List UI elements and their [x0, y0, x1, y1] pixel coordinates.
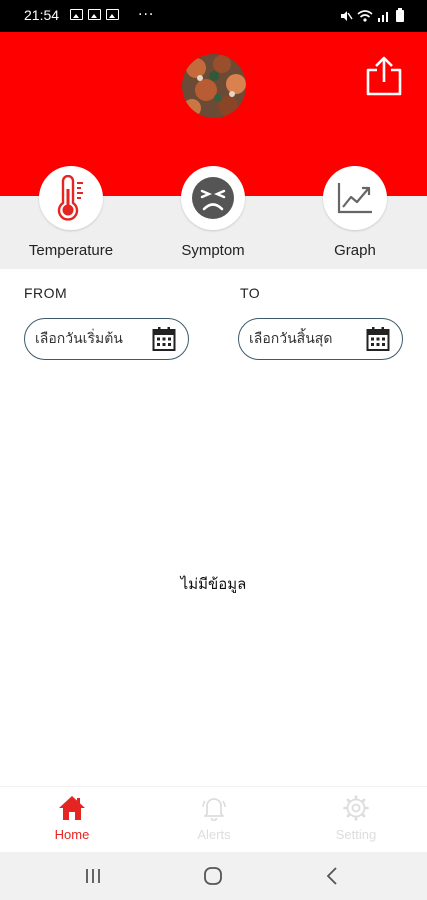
menu-item-symptom[interactable]: Symptom	[148, 166, 278, 259]
thermometer-icon	[57, 175, 83, 221]
bottom-nav: Home Alerts Setting	[0, 786, 427, 852]
menu-circle	[181, 166, 245, 230]
status-time: 21:54	[24, 7, 60, 23]
recent-apps-icon[interactable]	[84, 867, 102, 885]
mute-icon	[341, 10, 353, 21]
avatar[interactable]	[182, 54, 246, 118]
system-status-icons	[339, 8, 405, 23]
back-icon[interactable]	[325, 866, 339, 886]
wifi-icon	[357, 9, 373, 22]
share-button[interactable]	[364, 54, 404, 98]
calendar-icon	[366, 327, 390, 351]
status-bar: 21:54 ···	[0, 0, 427, 32]
line-chart-icon	[337, 183, 372, 214]
empty-state-message: ไม่มีข้อมูล	[180, 575, 247, 593]
nav-item-setting[interactable]: Setting	[311, 795, 401, 842]
share-icon	[366, 56, 402, 96]
start-date-field[interactable]: เลือกวันเริ่มต้น	[24, 318, 189, 360]
menu-label: Temperature	[28, 242, 114, 259]
end-date-field[interactable]: เลือกวันสิ้นสุด	[238, 318, 403, 360]
nav-item-alerts[interactable]: Alerts	[169, 795, 259, 842]
gallery-notification-icon	[88, 9, 101, 20]
gear-icon	[343, 795, 369, 821]
gallery-notification-icon	[70, 9, 83, 20]
to-label: TO	[240, 285, 261, 301]
nav-label: Alerts	[197, 827, 231, 842]
nav-item-home[interactable]: Home	[27, 795, 117, 842]
system-nav-bar	[0, 852, 427, 900]
home-icon	[59, 796, 85, 820]
more-notifications-indicator: ···	[138, 6, 155, 23]
start-date-placeholder: เลือกวันเริ่มต้น	[35, 331, 123, 347]
home-button-icon[interactable]	[203, 866, 223, 886]
menu-item-graph[interactable]: Graph	[290, 166, 420, 259]
nav-label: Setting	[335, 827, 377, 842]
notification-icons: ···	[70, 6, 155, 23]
profile-photo-icon	[182, 54, 246, 118]
gallery-notification-icon	[106, 9, 119, 20]
menu-circle	[39, 166, 103, 230]
nav-label: Home	[54, 827, 90, 842]
menu-label: Symptom	[181, 242, 245, 259]
signal-icon	[378, 11, 388, 22]
end-date-placeholder: เลือกวันสิ้นสุด	[249, 331, 333, 347]
calendar-icon	[152, 327, 176, 351]
from-label: FROM	[24, 285, 68, 301]
bell-icon	[202, 798, 226, 822]
menu-label: Graph	[334, 242, 376, 259]
menu-circle	[323, 166, 387, 230]
battery-icon	[396, 8, 404, 22]
menu-item-temperature[interactable]: Temperature	[6, 166, 136, 259]
sad-face-icon	[192, 177, 234, 219]
